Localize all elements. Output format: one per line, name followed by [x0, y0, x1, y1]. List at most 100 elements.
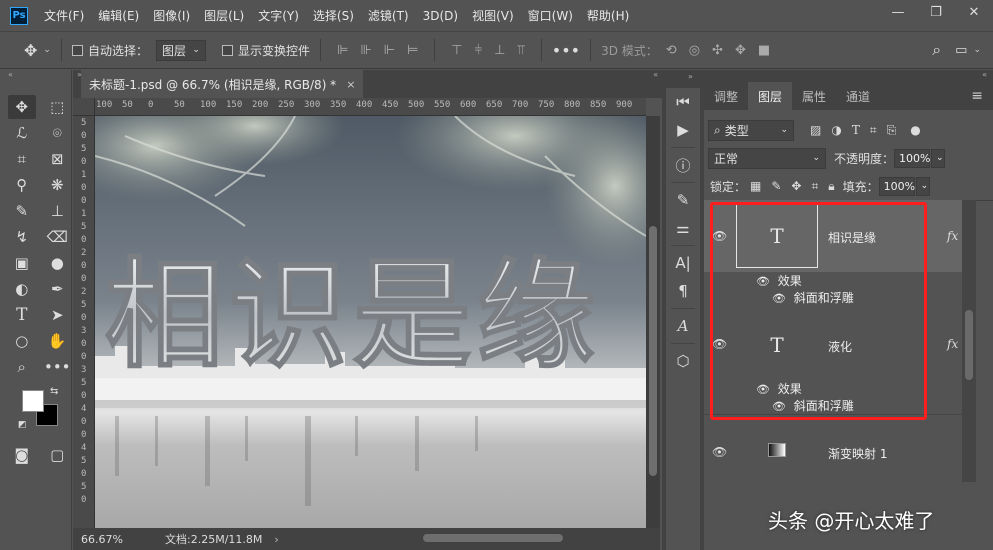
menu-window[interactable]: 窗口(W): [528, 7, 573, 24]
more-options-icon[interactable]: •••: [552, 41, 580, 60]
lock-image-icon[interactable]: ✎: [771, 179, 781, 193]
path-selection-tool[interactable]: ➤: [44, 303, 72, 327]
paragraph-panel-icon[interactable]: ¶: [666, 277, 700, 305]
fx-icon[interactable]: fx: [947, 229, 958, 243]
lock-position-icon[interactable]: ✥: [791, 179, 801, 193]
filter-smart-object-icon[interactable]: ⎘: [887, 123, 897, 138]
filter-type-icon[interactable]: T: [852, 123, 860, 137]
close-tab-icon[interactable]: ×: [346, 78, 355, 91]
menu-image[interactable]: 图像(I): [153, 7, 190, 24]
screen-mode-icon[interactable]: ▢: [44, 443, 72, 467]
menu-3d[interactable]: 3D(D): [423, 9, 458, 23]
document-tab[interactable]: 未标题-1.psd @ 66.7% (相识是缘, RGB/8) * ×: [81, 70, 364, 98]
visibility-eye-icon[interactable]: 👁︎: [712, 445, 727, 459]
quick-selection-tool[interactable]: ⌾: [44, 121, 72, 145]
history-brush-tool[interactable]: ↯: [8, 225, 36, 249]
brush-tool[interactable]: ✎: [8, 199, 36, 223]
lock-artboard-icon[interactable]: ⌗: [811, 179, 818, 194]
marquee-tool[interactable]: ⬚: [44, 95, 72, 119]
scrollbar-thumb[interactable]: [965, 310, 973, 380]
hand-tool[interactable]: ✋: [44, 329, 72, 353]
menu-type[interactable]: 文字(Y): [258, 7, 299, 24]
close-button[interactable]: ✕: [955, 0, 993, 24]
collapse-icon[interactable]: «: [982, 70, 987, 79]
status-menu-arrow-icon[interactable]: ›: [274, 533, 278, 546]
menu-view[interactable]: 视图(V): [472, 7, 514, 24]
layers-scrollbar[interactable]: [962, 200, 976, 482]
ruler-origin[interactable]: [73, 98, 95, 116]
panel-menu-icon[interactable]: ≡: [971, 88, 983, 104]
effects-row[interactable]: 👁︎ 效果: [704, 380, 962, 397]
tab-layers[interactable]: 图层: [748, 82, 793, 110]
dodge-tool[interactable]: ◐: [8, 277, 36, 301]
character-panel-icon[interactable]: A|: [666, 249, 700, 277]
opacity-input[interactable]: 100%: [894, 148, 930, 168]
filter-adjustment-icon[interactable]: ◑: [831, 123, 841, 137]
layer-row[interactable]: 👁︎ 渐变映射 1: [704, 415, 962, 482]
effects-row[interactable]: 👁︎ 效果: [704, 272, 962, 289]
visibility-eye-icon[interactable]: 👁︎: [756, 275, 770, 288]
3d-orbit-icon[interactable]: ⟲: [666, 43, 677, 58]
move-tool-icon[interactable]: ✥: [24, 41, 37, 60]
scrollbar-thumb[interactable]: [649, 226, 657, 476]
gradient-tool[interactable]: ▣: [8, 251, 36, 275]
minimize-button[interactable]: —: [879, 0, 917, 24]
collapse-icon[interactable]: «: [653, 70, 658, 79]
info-panel-icon[interactable]: ⓘ: [666, 151, 700, 179]
menu-layer[interactable]: 图层(L): [204, 7, 244, 24]
history-panel-icon[interactable]: ⏮: [666, 88, 700, 116]
tool-preset-chevron-icon[interactable]: ⌄: [43, 45, 51, 55]
pen-tool[interactable]: ✒: [44, 277, 72, 301]
workspace-icon[interactable]: ▭: [955, 43, 967, 58]
3d-pan-icon[interactable]: ✣: [712, 43, 723, 58]
actions-play-icon[interactable]: ▶: [666, 116, 700, 144]
menu-file[interactable]: 文件(F): [44, 7, 84, 24]
layer-filter-dropdown[interactable]: ⌕ 类型 ⌄: [708, 119, 794, 141]
3d-slide-icon[interactable]: ✥: [735, 43, 746, 58]
layer-name[interactable]: 渐变映射 1: [828, 445, 887, 462]
blur-tool[interactable]: ●: [44, 251, 72, 275]
eyedropper-tool[interactable]: ⚲: [8, 173, 36, 197]
visibility-eye-icon[interactable]: 👁︎: [772, 400, 786, 413]
auto-select-checkbox[interactable]: [71, 44, 83, 56]
canvas-vertical-scrollbar[interactable]: [646, 116, 660, 528]
eraser-tool[interactable]: ⌫: [44, 225, 72, 249]
spot-healing-tool[interactable]: ❋: [44, 173, 72, 197]
type-tool[interactable]: T: [8, 303, 36, 327]
more-tools-icon[interactable]: •••: [44, 355, 72, 379]
layer-name[interactable]: 相识是缘: [828, 229, 876, 246]
brush-settings-icon[interactable]: ✎: [666, 186, 700, 214]
opacity-chevron-icon[interactable]: ⌄: [931, 148, 946, 168]
3d-scale-icon[interactable]: ■: [758, 43, 770, 58]
menu-filter[interactable]: 滤镜(T): [368, 7, 409, 24]
align-bottom-icon[interactable]: ⊥: [494, 43, 505, 58]
fill-chevron-icon[interactable]: ⌄: [915, 176, 930, 196]
filter-pixel-icon[interactable]: ▨: [810, 123, 821, 137]
tab-adjustments[interactable]: 调整: [704, 82, 748, 110]
vertical-ruler[interactable]: 5 0 5 0 1 0 0 1 5 0 2 0 0 2 5 0 3 0 0 3 5 0 4 0 0 4 5 0 5 0: [73, 116, 95, 528]
3d-panel-icon[interactable]: ⬡: [666, 347, 700, 375]
filter-shape-icon[interactable]: ⌗: [870, 123, 877, 138]
layer-name[interactable]: 液化: [828, 338, 852, 355]
tab-properties[interactable]: 属性: [792, 82, 836, 110]
visibility-eye-icon[interactable]: 👁︎: [712, 337, 727, 351]
collapse-icon[interactable]: »: [688, 72, 693, 81]
default-colors-icon[interactable]: ◩: [18, 420, 27, 430]
lock-all-icon[interactable]: 🔒︎: [828, 179, 834, 194]
quick-mask-icon[interactable]: ◙: [8, 443, 36, 467]
menu-select[interactable]: 选择(S): [313, 7, 354, 24]
align-right-icon[interactable]: ⊩: [384, 43, 395, 58]
zoom-level[interactable]: 66.67%: [81, 533, 141, 546]
menu-edit[interactable]: 编辑(E): [98, 7, 139, 24]
distribute-h-icon[interactable]: ⊨: [407, 43, 418, 58]
clone-stamp-tool[interactable]: ⊥: [44, 199, 72, 223]
document-canvas[interactable]: 相识是缘: [95, 116, 646, 528]
adjust-sliders-icon[interactable]: ⚌: [666, 214, 700, 242]
align-center-h-icon[interactable]: ⊪: [360, 43, 371, 58]
tab-channels[interactable]: 通道: [836, 82, 880, 110]
visibility-eye-icon[interactable]: 👁︎: [772, 292, 786, 305]
fx-icon[interactable]: fx: [947, 337, 958, 351]
layer-row-selected[interactable]: 👁︎ T 相识是缘 fx ^ 👁︎ 效果 👁︎ 斜面和浮雕: [704, 200, 962, 307]
visibility-eye-icon[interactable]: 👁︎: [756, 383, 770, 396]
ellipse-tool[interactable]: ○: [8, 329, 36, 353]
